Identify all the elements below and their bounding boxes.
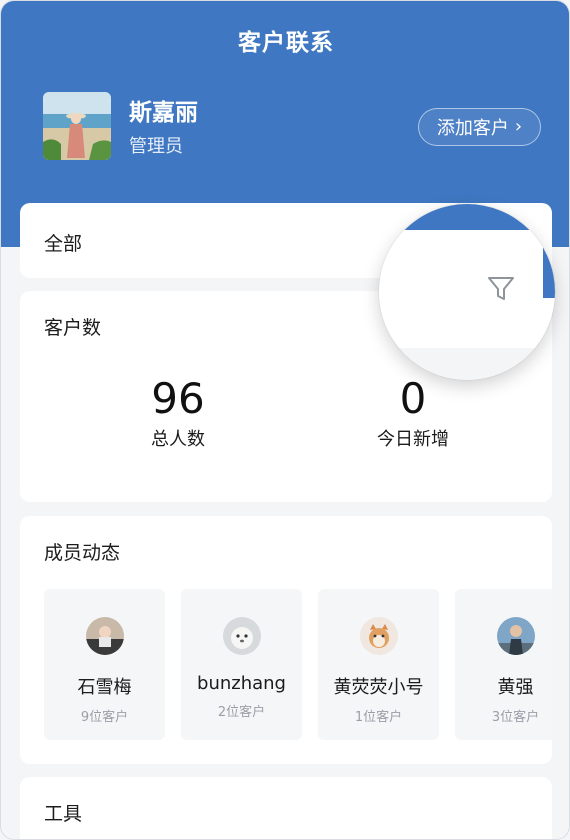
member-avatar	[85, 617, 124, 655]
member-avatar	[359, 617, 398, 655]
magnifier-header-strip	[379, 204, 555, 230]
tools-title: 工具	[44, 803, 83, 825]
today-stat[interactable]: 0 今日新增	[333, 375, 493, 451]
total-stat[interactable]: 96 总人数	[98, 375, 258, 451]
member-customer-count: 1位客户	[354, 710, 403, 725]
add-customer-button[interactable]: 添加客户 ›	[418, 108, 541, 146]
member-customer-count: 3位客户	[491, 710, 540, 725]
member-list[interactable]: 石雪梅 9位客户 bunzhang 2位客户 黄荧荧小号 1位客户 黄强 3位客…	[44, 589, 552, 741]
tools-card: 工具	[20, 777, 552, 839]
member-activity-card: 成员动态 石雪梅 9位客户 bunzhang 2位客户 黄荧荧小号 1位客户 黄…	[20, 516, 552, 764]
member-item[interactable]: 石雪梅 9位客户	[44, 589, 165, 740]
app-frame: 客户联系 斯嘉丽 管理员 添加客户 › 全部 客户数 96 总人数 0 今日新增	[0, 0, 570, 840]
member-name: bunzhang	[197, 673, 286, 694]
filter-magnifier	[379, 204, 555, 380]
user-role: 管理员	[129, 136, 183, 157]
member-activity-title: 成员动态	[44, 542, 121, 564]
member-avatar	[222, 617, 261, 655]
total-label: 总人数	[151, 429, 205, 450]
magnifier-gap	[379, 348, 555, 380]
member-name: 黄荧荧小号	[333, 677, 424, 698]
customer-count-title: 客户数	[44, 317, 102, 339]
member-customer-count: 9位客户	[80, 710, 129, 725]
today-value: 0	[399, 374, 427, 423]
member-name: 黄强	[497, 677, 534, 698]
magnifier-header-edge	[543, 204, 555, 298]
user-name: 斯嘉丽	[129, 100, 198, 126]
filter-label: 全部	[44, 233, 83, 255]
magnifier-card	[379, 230, 543, 348]
total-value: 96	[151, 374, 205, 423]
add-customer-label: 添加客户	[436, 118, 509, 139]
filter-icon[interactable]	[486, 274, 516, 304]
member-item[interactable]: 黄强 3位客户	[455, 589, 552, 740]
page-title: 客户联系	[238, 30, 334, 56]
member-customer-count: 2位客户	[217, 705, 266, 720]
member-item[interactable]: bunzhang 2位客户	[181, 589, 302, 740]
user-avatar[interactable]	[43, 92, 111, 160]
member-name: 石雪梅	[77, 677, 132, 698]
chevron-right-icon: ›	[514, 116, 523, 137]
member-avatar	[496, 617, 535, 655]
member-item[interactable]: 黄荧荧小号 1位客户	[318, 589, 439, 740]
today-label: 今日新增	[377, 429, 449, 450]
